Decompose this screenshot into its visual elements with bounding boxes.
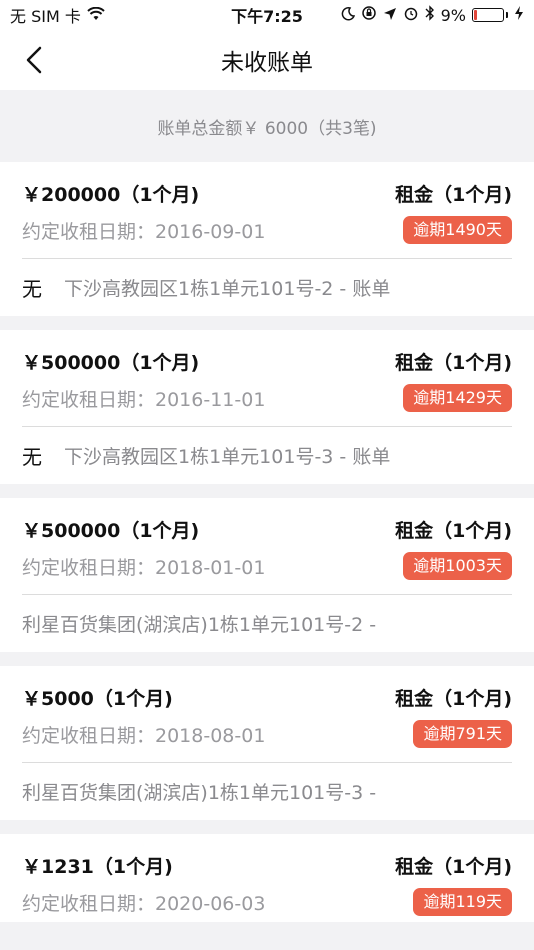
bill-amount: ￥500000（1个月) [22, 351, 200, 374]
moon-icon [341, 6, 355, 25]
rent-due-date: 约定收租日期：2020-06-03 [22, 892, 266, 915]
rent-due-date: 约定收租日期：2016-11-01 [22, 388, 266, 411]
property-address: 利星百货集团(湖滨店)1栋1单元101号-3 - [22, 782, 377, 804]
bill-type: 租金（1个月) [395, 351, 512, 374]
page-title: 未收账单 [221, 50, 313, 76]
alarm-icon [403, 5, 419, 25]
rent-due-date: 约定收租日期：2018-08-01 [22, 724, 266, 747]
battery-icon [472, 8, 508, 22]
bill-card[interactable]: ￥1231（1个月) 租金（1个月) 约定收租日期：2020-06-03 逾期1… [0, 834, 534, 922]
property-address: 下沙高教园区1栋1单元101号-3 - 账单 [64, 446, 391, 468]
bill-amount: ￥200000（1个月) [22, 183, 200, 206]
bill-type: 租金（1个月) [395, 519, 512, 542]
overdue-badge: 逾期791天 [413, 720, 512, 748]
bill-type: 租金（1个月) [395, 183, 512, 206]
overdue-badge: 逾期1429天 [403, 384, 512, 412]
status-bar: 无 SIM 卡 下午7:25 9% [0, 0, 534, 30]
property-address: 下沙高教园区1栋1单元101号-2 - 账单 [64, 278, 391, 300]
tenant-name: 无 [22, 445, 42, 469]
rent-due-date: 约定收租日期：2018-01-01 [22, 556, 266, 579]
overdue-badge: 逾期119天 [413, 888, 512, 916]
bill-card[interactable]: ￥500000（1个月) 租金（1个月) 约定收租日期：2016-11-01 逾… [0, 330, 534, 484]
bill-summary: 账单总金额￥ 6000（共3笔) [0, 90, 534, 162]
bill-card[interactable]: ￥200000（1个月) 租金（1个月) 约定收租日期：2016-09-01 逾… [0, 162, 534, 316]
bill-list: ￥200000（1个月) 租金（1个月) 约定收租日期：2016-09-01 逾… [0, 162, 534, 922]
charging-icon [514, 5, 524, 25]
bluetooth-icon [425, 5, 435, 25]
back-button[interactable] [14, 40, 54, 80]
bill-amount: ￥5000（1个月) [22, 687, 173, 710]
bill-type: 租金（1个月) [395, 855, 512, 878]
overdue-badge: 逾期1490天 [403, 216, 512, 244]
tenant-name: 无 [22, 277, 42, 301]
nav-bar: 未收账单 [0, 30, 534, 90]
property-address: 利星百货集团(湖滨店)1栋1单元101号-2 - [22, 614, 377, 636]
chevron-left-icon [26, 46, 42, 74]
bill-amount: ￥500000（1个月) [22, 519, 200, 542]
rotation-lock-icon [361, 5, 377, 25]
overdue-badge: 逾期1003天 [403, 552, 512, 580]
bill-type: 租金（1个月) [395, 687, 512, 710]
location-icon [383, 6, 397, 25]
battery-percent: 9% [440, 5, 466, 25]
rent-due-date: 约定收租日期：2016-09-01 [22, 220, 266, 243]
bill-card[interactable]: ￥5000（1个月) 租金（1个月) 约定收租日期：2018-08-01 逾期7… [0, 666, 534, 820]
wifi-icon [87, 6, 105, 25]
bill-card[interactable]: ￥500000（1个月) 租金（1个月) 约定收租日期：2018-01-01 逾… [0, 498, 534, 652]
bill-amount: ￥1231（1个月) [22, 855, 173, 878]
carrier-label: 无 SIM 卡 [10, 7, 81, 26]
